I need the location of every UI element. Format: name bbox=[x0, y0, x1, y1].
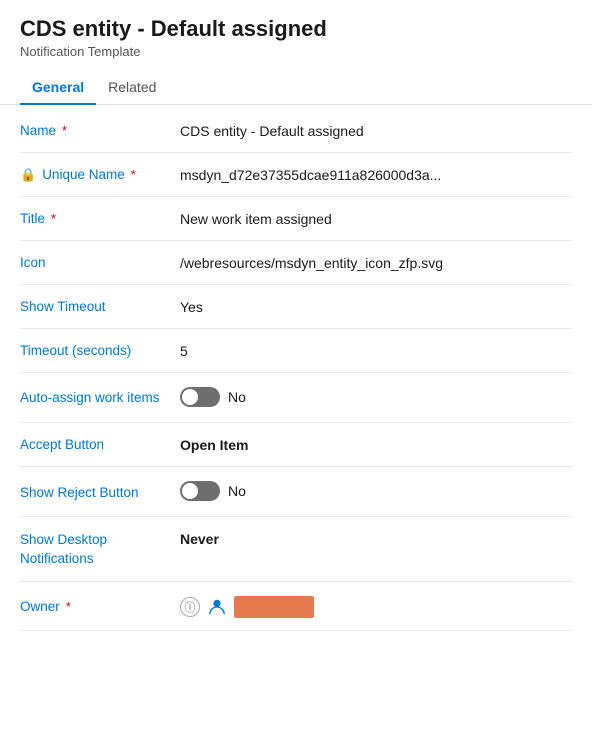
page-subtitle: Notification Template bbox=[20, 44, 572, 59]
toggle-track-show-reject[interactable] bbox=[180, 481, 220, 501]
required-indicator: * bbox=[66, 599, 71, 614]
field-show-desktop: Show Desktop Notifications Never bbox=[20, 517, 572, 582]
field-timeout-seconds: Timeout (seconds) 5 bbox=[20, 329, 572, 373]
value-auto-assign: No bbox=[180, 385, 572, 410]
required-indicator: * bbox=[62, 123, 67, 138]
owner-row: ⓘ bbox=[180, 596, 572, 618]
field-icon: Icon /webresources/msdyn_entity_icon_zfp… bbox=[20, 241, 572, 285]
field-auto-assign: Auto-assign work items No bbox=[20, 373, 572, 423]
required-indicator: * bbox=[131, 167, 136, 182]
label-accept-button: Accept Button bbox=[20, 435, 180, 452]
toggle-label-show-reject: No bbox=[228, 483, 246, 499]
label-show-timeout: Show Timeout bbox=[20, 297, 180, 314]
person-icon bbox=[206, 596, 228, 618]
value-title[interactable]: New work item assigned bbox=[180, 209, 572, 227]
label-show-reject: Show Reject Button bbox=[20, 483, 180, 500]
required-indicator: * bbox=[51, 211, 56, 226]
field-show-timeout: Show Timeout Yes bbox=[20, 285, 572, 329]
label-show-desktop: Show Desktop Notifications bbox=[20, 529, 180, 569]
page-title: CDS entity - Default assigned bbox=[20, 16, 572, 42]
tab-bar: General Related bbox=[0, 69, 592, 105]
value-show-reject: No bbox=[180, 479, 572, 504]
lock-icon: 🔒 bbox=[20, 167, 36, 183]
label-name: Name * bbox=[20, 121, 180, 138]
label-icon: Icon bbox=[20, 253, 180, 270]
label-owner: Owner * bbox=[20, 597, 180, 614]
label-title: Title * bbox=[20, 209, 180, 226]
label-unique-name: 🔒 Unique Name * bbox=[20, 165, 180, 183]
info-circle-icon: ⓘ bbox=[180, 597, 200, 617]
label-timeout-seconds: Timeout (seconds) bbox=[20, 341, 180, 358]
value-accept-button[interactable]: Open Item bbox=[180, 435, 572, 453]
toggle-thumb-auto-assign bbox=[182, 389, 198, 405]
value-owner: ⓘ bbox=[180, 594, 572, 618]
value-unique-name[interactable]: msdyn_d72e37355dcae911a826000d3a... bbox=[180, 165, 572, 183]
field-title: Title * New work item assigned bbox=[20, 197, 572, 241]
page-header: CDS entity - Default assigned Notificati… bbox=[0, 0, 592, 59]
field-show-reject: Show Reject Button No bbox=[20, 467, 572, 517]
value-show-timeout[interactable]: Yes bbox=[180, 297, 572, 315]
form-container: Name * CDS entity - Default assigned 🔒 U… bbox=[0, 109, 592, 631]
value-show-desktop[interactable]: Never bbox=[180, 529, 572, 547]
value-timeout-seconds[interactable]: 5 bbox=[180, 341, 572, 359]
toggle-thumb-show-reject bbox=[182, 483, 198, 499]
toggle-show-reject[interactable]: No bbox=[180, 481, 246, 501]
label-auto-assign: Auto-assign work items bbox=[20, 387, 180, 408]
tab-related[interactable]: Related bbox=[96, 69, 168, 105]
value-icon[interactable]: /webresources/msdyn_entity_icon_zfp.svg bbox=[180, 253, 572, 271]
toggle-track-auto-assign[interactable] bbox=[180, 387, 220, 407]
field-name: Name * CDS entity - Default assigned bbox=[20, 109, 572, 153]
field-unique-name: 🔒 Unique Name * msdyn_d72e37355dcae911a8… bbox=[20, 153, 572, 197]
value-name[interactable]: CDS entity - Default assigned bbox=[180, 121, 572, 139]
field-accept-button: Accept Button Open Item bbox=[20, 423, 572, 467]
toggle-auto-assign[interactable]: No bbox=[180, 387, 246, 407]
toggle-label-auto-assign: No bbox=[228, 389, 246, 405]
field-owner: Owner * ⓘ bbox=[20, 582, 572, 631]
owner-name-bar[interactable] bbox=[234, 596, 314, 618]
tab-general[interactable]: General bbox=[20, 69, 96, 105]
